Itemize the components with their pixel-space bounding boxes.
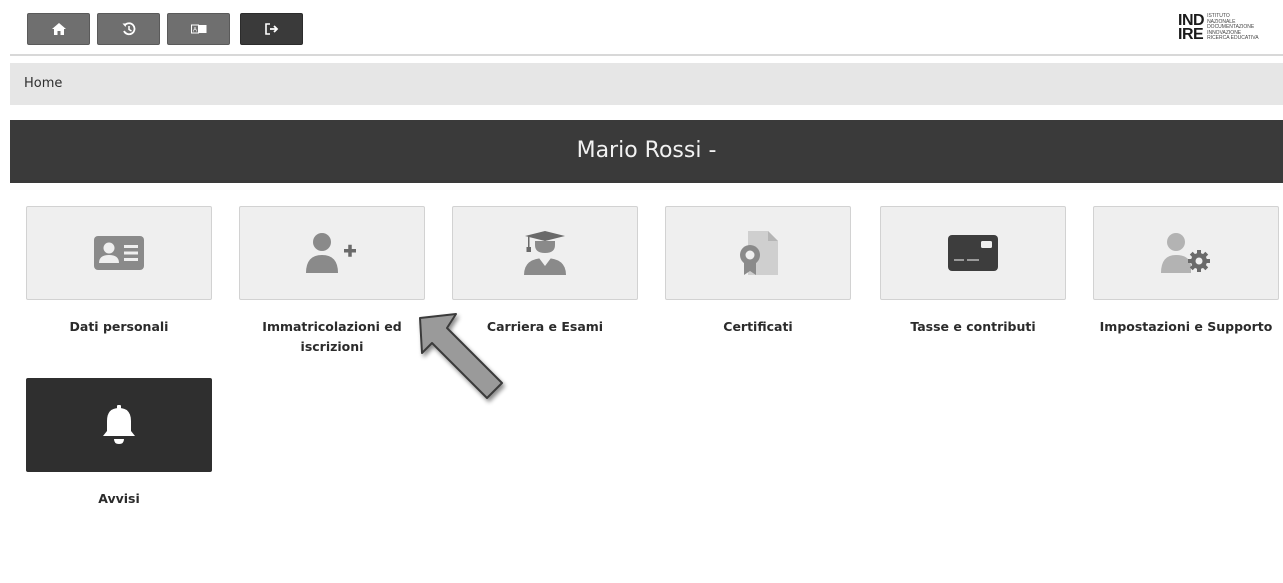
tile-label-line: Tasse e contributi xyxy=(910,319,1036,334)
tile-tasse-contributi[interactable]: Tasse e contributi xyxy=(880,206,1066,337)
svg-text:A: A xyxy=(192,28,196,34)
graduate-icon xyxy=(524,231,566,275)
tile-immatricolazioni[interactable]: Immatricolazioni ed iscrizioni xyxy=(239,206,425,357)
language-icon: A xyxy=(190,24,206,34)
breadcrumb-home[interactable]: Home xyxy=(24,76,62,91)
logo-mark: IND IRE xyxy=(1178,13,1205,43)
indire-logo: IND IRE ISTITUTO NAZIONALE DOCUMENTAZION… xyxy=(1178,10,1283,46)
home-icon xyxy=(51,23,66,35)
tile-label-line: Dati personali xyxy=(69,319,169,334)
logo-line-2: IRE xyxy=(1178,26,1204,43)
tile-avvisi-box[interactable] xyxy=(26,378,212,472)
logo-caption: ISTITUTO NAZIONALE DOCUMENTAZIONE INNOVA… xyxy=(1207,13,1259,42)
tile-certificati[interactable]: Certificati xyxy=(665,206,851,337)
history-icon xyxy=(122,22,135,36)
bell-icon xyxy=(103,405,135,444)
id-card-icon xyxy=(94,236,144,270)
tile-label-line: iscrizioni xyxy=(300,339,364,354)
language-button[interactable]: A xyxy=(167,13,230,45)
topbar-divider xyxy=(10,54,1283,56)
tile-label: Impostazioni e Supporto xyxy=(1093,317,1279,337)
tile-label: Tasse e contributi xyxy=(880,317,1066,337)
add-user-icon xyxy=(306,233,356,273)
tile-dati-personali[interactable]: Dati personali xyxy=(26,206,212,337)
user-name-title: Mario Rossi - xyxy=(576,138,717,163)
top-bar: A IND IRE ISTITUTO NAZIONALE DOCUMENTAZI… xyxy=(0,0,1283,54)
tile-label: Immatricolazioni ed iscrizioni xyxy=(239,317,425,357)
tile-label: Avvisi xyxy=(26,489,212,509)
tile-immatricolazioni-box[interactable] xyxy=(239,206,425,300)
tile-label-line: Impostazioni e Supporto xyxy=(1099,319,1273,334)
tile-label: Dati personali xyxy=(26,317,212,337)
credit-card-icon xyxy=(948,235,998,271)
tile-label-line: Immatricolazioni ed xyxy=(262,319,402,334)
home-button[interactable] xyxy=(27,13,90,45)
tile-impostazioni-supporto-box[interactable] xyxy=(1093,206,1279,300)
tile-label-line: Certificati xyxy=(723,319,793,334)
history-button[interactable] xyxy=(97,13,160,45)
tile-impostazioni-supporto[interactable]: Impostazioni e Supporto xyxy=(1093,206,1279,337)
user-settings-icon xyxy=(1161,233,1210,273)
logout-button[interactable] xyxy=(240,13,303,45)
tile-avvisi[interactable]: Avvisi xyxy=(26,378,212,509)
tile-label: Certificati xyxy=(665,317,851,337)
annotation-arrow-icon xyxy=(419,313,503,399)
user-banner: Mario Rossi - xyxy=(10,120,1283,183)
tile-certificati-box[interactable] xyxy=(665,206,851,300)
certificate-icon xyxy=(740,231,778,275)
tile-label-line: Avvisi xyxy=(98,491,140,506)
tile-tasse-contributi-box[interactable] xyxy=(880,206,1066,300)
logo-caption-line: RICERCA EDUCATIVA xyxy=(1207,35,1259,42)
tile-carriera-esami-box[interactable] xyxy=(452,206,638,300)
breadcrumb: Home xyxy=(10,63,1283,105)
logout-icon xyxy=(264,23,278,35)
tile-dati-personali-box[interactable] xyxy=(26,206,212,300)
